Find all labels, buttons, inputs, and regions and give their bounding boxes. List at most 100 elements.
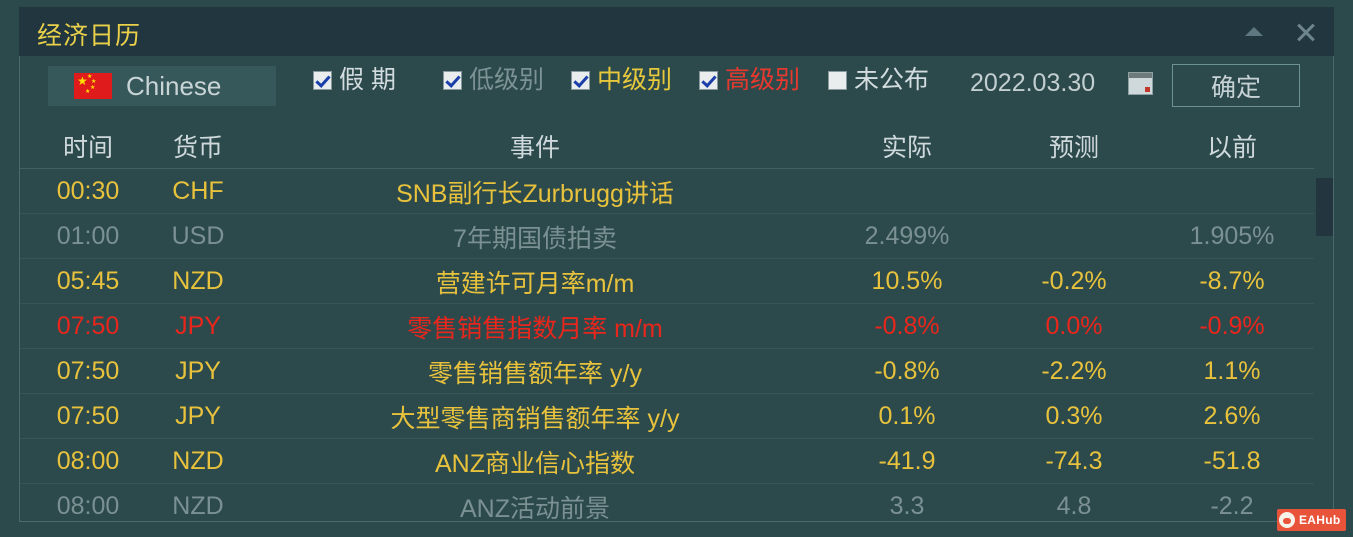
cell-actual: -0.8% (874, 312, 940, 340)
column-header-currency: 货币 (172, 133, 223, 162)
cell-forecast (994, 169, 1154, 214)
cell-currency: JPY (175, 402, 221, 430)
checkbox-unchecked-icon[interactable] (828, 71, 847, 90)
cell-forecast (994, 214, 1154, 259)
cell-forecast: 0.0% (1045, 312, 1103, 340)
cell-currency: JPY (175, 312, 221, 340)
cell-previous (1154, 169, 1310, 214)
filter-checkbox-holiday[interactable]: 假 期 (313, 68, 396, 93)
filter-label-high-impact: 高级别 (725, 66, 801, 94)
cell-time: 07:50 (56, 357, 120, 385)
cell-currency: NZD (172, 447, 224, 475)
cell-actual: -41.9 (878, 447, 936, 475)
cell-forecast: 4.8 (1056, 492, 1092, 520)
checkbox-checked-icon[interactable] (699, 71, 718, 90)
checkbox-checked-icon[interactable] (571, 71, 590, 90)
cell-forecast: -0.2% (1041, 267, 1107, 295)
checkbox-checked-icon[interactable] (313, 71, 332, 90)
vertical-scrollbar[interactable] (1314, 122, 1333, 521)
close-button[interactable] (1284, 7, 1328, 56)
table-body: 00:30 CHF SNB副行长Zurbrugg讲话 01:00 USD 7年期国债拍卖 2… (20, 169, 1333, 521)
cell-time: 05:45 (56, 267, 120, 295)
scrollbar-thumb[interactable] (1316, 178, 1333, 236)
table-row[interactable]: 08:00 NZD ANZ活动前景 3.3 4.8 -2.2 (20, 484, 1333, 521)
cell-event: 零售销售额年率 y/y (428, 359, 642, 388)
cell-actual: -0.8% (874, 357, 940, 385)
cell-event: ANZ活动前景 (459, 494, 610, 522)
language-label: Chinese (126, 70, 222, 101)
cell-event: ANZ商业信心指数 (434, 449, 635, 478)
column-header-time: 时间 (62, 133, 113, 162)
table-header-row: 时间 货币 事件 实际 预测 以前 (20, 122, 1333, 169)
table-row[interactable]: 05:45 NZD 营建许可月率m/m 10.5% -0.2% -8.7% (20, 259, 1333, 304)
calendar-icon-marker (1145, 87, 1150, 92)
cell-time: 01:00 (56, 222, 120, 250)
column-header-previous: 以前 (1206, 133, 1257, 162)
checkbox-checked-icon[interactable] (443, 71, 462, 90)
column-header-actual: 实际 (881, 133, 932, 162)
filter-checkbox-unpublished[interactable]: 未公布 (828, 68, 929, 93)
cell-time: 07:50 (56, 312, 120, 340)
table-row[interactable]: 07:50 JPY 大型零售商销售额年率 y/y 0.1% 0.3% 2.6% (20, 394, 1333, 439)
economic-calendar-window: 经济日历 ★ ★ ★ ★ ★ Chinese 假 期 低级别 中级别 高级别 未… (0, 0, 1353, 537)
filter-checkbox-low-impact[interactable]: 低级别 (443, 68, 544, 93)
cell-previous: -8.7% (1199, 267, 1265, 295)
cell-forecast: 0.3% (1045, 402, 1103, 430)
frame-divider-right (1333, 56, 1334, 522)
events-table: 时间 货币 事件 实际 预测 以前 00:30 CHF SNB副行长Zurbrugg… (20, 122, 1333, 521)
pig-logo-icon (1279, 512, 1295, 528)
cell-previous: -0.9% (1199, 312, 1265, 340)
filter-toolbar: ★ ★ ★ ★ ★ Chinese 假 期 低级别 中级别 高级别 未公布 20… (20, 57, 1333, 119)
cell-previous: 2.6% (1203, 402, 1261, 430)
column-header-event: 事件 (509, 133, 560, 162)
cell-event: 营建许可月率m/m (435, 269, 635, 298)
cell-previous: 1.1% (1203, 357, 1261, 385)
watermark-text: EAHub (1299, 513, 1341, 527)
title-bar: 经济日历 (19, 7, 1334, 56)
calendar-icon-header (1129, 73, 1152, 78)
filter-label-holiday: 假 期 (339, 66, 396, 94)
table-row[interactable]: 00:30 CHF SNB副行长Zurbrugg讲话 (20, 169, 1333, 214)
page-title: 经济日历 (37, 22, 142, 50)
cell-actual: 3.3 (889, 492, 925, 520)
filter-label-unpublished: 未公布 (854, 66, 930, 94)
china-flag-icon: ★ ★ ★ ★ ★ (74, 73, 112, 99)
cell-actual: 2.499% (864, 222, 950, 250)
collapse-button[interactable] (1232, 7, 1276, 56)
filter-label-low-impact: 低级别 (469, 66, 545, 94)
calendar-icon[interactable] (1128, 72, 1153, 95)
cell-time: 00:30 (56, 177, 120, 205)
frame-divider-bottom (19, 521, 1334, 522)
filter-checkbox-medium-impact[interactable]: 中级别 (571, 68, 672, 93)
confirm-button[interactable]: 确定 (1172, 64, 1300, 107)
cell-actual: 0.1% (878, 402, 936, 430)
cell-time: 08:00 (56, 447, 120, 475)
language-selector[interactable]: ★ ★ ★ ★ ★ Chinese (48, 66, 276, 106)
cell-previous: -51.8 (1203, 447, 1261, 475)
cell-currency: NZD (172, 267, 224, 295)
triangle-up-icon (1245, 27, 1263, 36)
cell-actual (820, 169, 994, 214)
table-row[interactable]: 08:00 NZD ANZ商业信心指数 -41.9 -74.3 -51.8 (20, 439, 1333, 484)
date-input[interactable]: 2022.03.30 (970, 69, 1095, 98)
cell-event: 7年期国债拍卖 (453, 224, 617, 253)
close-icon (1295, 21, 1317, 43)
cell-event: 零售销售指数月率 m/m (407, 314, 663, 343)
cell-currency: JPY (175, 357, 221, 385)
cell-event: SNB副行长Zurbrugg讲话 (396, 179, 674, 208)
column-header-forecast: 预测 (1048, 133, 1099, 162)
cell-forecast: -2.2% (1041, 357, 1107, 385)
table-row[interactable]: 07:50 JPY 零售销售额年率 y/y -0.8% -2.2% 1.1% (20, 349, 1333, 394)
cell-time: 07:50 (56, 402, 120, 430)
flag-star: ★ (90, 85, 96, 91)
cell-currency: USD (171, 222, 225, 250)
cell-actual: 10.5% (871, 267, 943, 295)
table-row[interactable]: 07:50 JPY 零售销售指数月率 m/m -0.8% 0.0% -0.9% (20, 304, 1333, 349)
filter-checkbox-high-impact[interactable]: 高级别 (699, 68, 800, 93)
table-row[interactable]: 01:00 USD 7年期国债拍卖 2.499% 1.905% (20, 214, 1333, 259)
cell-previous: 1.905% (1189, 222, 1275, 250)
cell-currency: NZD (172, 492, 224, 520)
filter-label-medium-impact: 中级别 (597, 66, 673, 94)
flag-star: ★ (85, 89, 91, 95)
cell-time: 08:00 (56, 492, 120, 520)
